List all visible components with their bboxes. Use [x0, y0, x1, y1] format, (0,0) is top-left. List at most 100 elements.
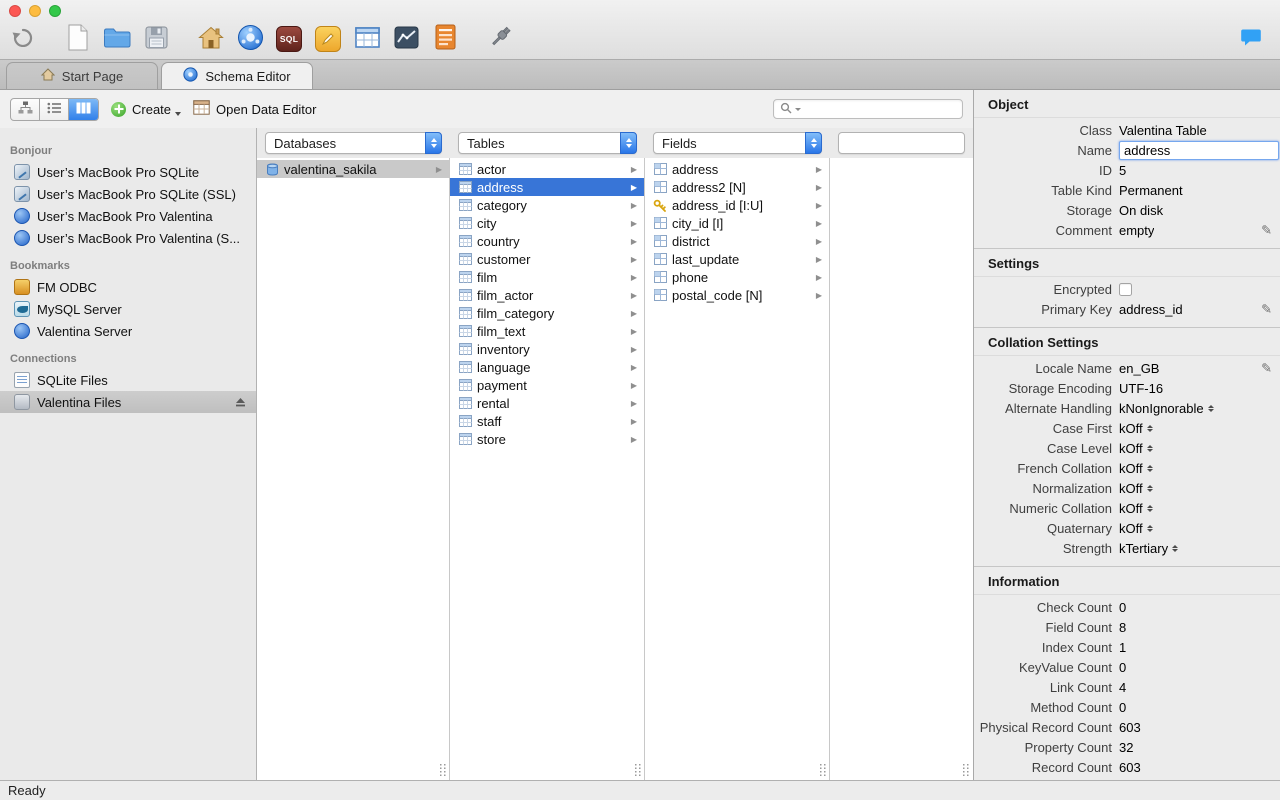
tables-row-rental[interactable]: rental ▶: [450, 394, 644, 412]
select-stepper-icon[interactable]: [1172, 545, 1178, 552]
inspector-row-link-count: Link Count 4: [974, 677, 1280, 697]
connect-button[interactable]: [485, 23, 515, 55]
sidebar-item-valentina-server[interactable]: Valentina Server: [0, 320, 256, 342]
tables-row-staff[interactable]: staff ▶: [450, 412, 644, 430]
fields-row-city-id-i[interactable]: city_id [I] ▶: [645, 214, 829, 232]
sidebar-item-user-s-macbook-pro-valentina[interactable]: User’s MacBook Pro Valentina: [0, 205, 256, 227]
new-document-button[interactable]: [63, 23, 93, 55]
row-label: address2 [N]: [672, 179, 746, 195]
edit-pencil-icon[interactable]: ✎: [1261, 303, 1272, 316]
valentina-bonjour-icon: [14, 208, 30, 224]
start-page-button[interactable]: [196, 23, 226, 55]
save-button[interactable]: [141, 23, 171, 55]
feedback-button[interactable]: [1236, 23, 1266, 55]
encrypted-checkbox[interactable]: [1119, 282, 1132, 296]
tables-dropdown[interactable]: Tables: [458, 132, 637, 154]
inspector-row-value-area: 1: [1119, 780, 1126, 781]
sidebar-item-mysql-server[interactable]: MySQL Server: [0, 298, 256, 320]
tables-row-film[interactable]: film ▶: [450, 268, 644, 286]
fields-row-postal-code-n[interactable]: postal_code [N] ▶: [645, 286, 829, 304]
inspector-row-value-area: address_id: [1119, 302, 1183, 317]
column-resize-grip[interactable]: [635, 764, 642, 777]
schema-editor-button[interactable]: [235, 23, 265, 55]
new-document-icon: [67, 24, 89, 54]
databases-row-valentina-sakila[interactable]: valentina_sakila ▶: [257, 160, 449, 178]
zoom-window-button[interactable]: [49, 5, 61, 17]
report-button[interactable]: [430, 23, 460, 55]
tables-row-customer[interactable]: customer ▶: [450, 250, 644, 268]
fields-row-phone[interactable]: phone ▶: [645, 268, 829, 286]
tables-row-city[interactable]: city ▶: [450, 214, 644, 232]
name-input[interactable]: [1119, 140, 1279, 160]
fields-row-address[interactable]: address ▶: [645, 160, 829, 178]
open-data-editor-button[interactable]: Open Data Editor: [193, 100, 316, 118]
sidebar-item-user-s-macbook-pro-sqlite[interactable]: User’s MacBook Pro SQLite: [0, 161, 256, 183]
tables-row-actor[interactable]: actor ▶: [450, 160, 644, 178]
fields-row-address-id-i-u[interactable]: address_id [I:U] ▶: [645, 196, 829, 214]
fields-row-last-update[interactable]: last_update ▶: [645, 250, 829, 268]
select-stepper-icon[interactable]: [1208, 405, 1214, 412]
tables-row-country[interactable]: country ▶: [450, 232, 644, 250]
tables-row-film-category[interactable]: film_category ▶: [450, 304, 644, 322]
table-icon: [458, 307, 472, 320]
search-input[interactable]: [804, 102, 956, 116]
tables-row-payment[interactable]: payment ▶: [450, 376, 644, 394]
edit-pencil-icon[interactable]: ✎: [1261, 362, 1272, 375]
tables-row-category[interactable]: category ▶: [450, 196, 644, 214]
select-stepper-icon[interactable]: [1147, 525, 1153, 532]
sidebar-item-fm-odbc[interactable]: FM ODBC: [0, 276, 256, 298]
select-stepper-icon[interactable]: [1147, 465, 1153, 472]
close-window-button[interactable]: [9, 5, 21, 17]
sidebar-item-label: User’s MacBook Pro SQLite: [37, 164, 200, 180]
tables-row-film-text[interactable]: film_text ▶: [450, 322, 644, 340]
dropdown-stepper-icon[interactable]: [805, 132, 822, 154]
table-view-button[interactable]: [352, 23, 382, 55]
table-icon: [458, 361, 472, 374]
sidebar-item-valentina-files[interactable]: Valentina Files: [0, 391, 256, 413]
sqlite-bonjour-icon: [14, 186, 30, 202]
dropdown-stepper-icon[interactable]: [620, 132, 637, 154]
traffic-lights: [9, 5, 61, 17]
select-stepper-icon[interactable]: [1147, 505, 1153, 512]
databases-dropdown[interactable]: Databases: [265, 132, 442, 154]
select-stepper-icon[interactable]: [1147, 485, 1153, 492]
create-button[interactable]: Create: [111, 101, 182, 117]
disclosure-arrow-icon: ▶: [630, 308, 637, 318]
edit-pencil-icon[interactable]: ✎: [1261, 224, 1272, 237]
sql-editor-button[interactable]: SQL: [274, 23, 304, 55]
tab-start-page[interactable]: Start Page: [6, 62, 158, 89]
fields-row-district[interactable]: district ▶: [645, 232, 829, 250]
sidebar-item-user-s-macbook-pro-valentina-s[interactable]: User’s MacBook Pro Valentina (S...: [0, 227, 256, 249]
select-stepper-icon[interactable]: [1147, 425, 1153, 432]
tables-row-film-actor[interactable]: film_actor ▶: [450, 286, 644, 304]
tree-view-button[interactable]: [11, 98, 40, 120]
dropdown-stepper-icon[interactable]: [425, 132, 442, 154]
column-resize-grip[interactable]: [440, 764, 447, 777]
inspector-row-value: kOff: [1119, 460, 1143, 476]
fields-dropdown[interactable]: Fields: [653, 132, 822, 154]
sidebar-item-user-s-macbook-pro-sqlite-ssl[interactable]: User’s MacBook Pro SQLite (SSL): [0, 183, 256, 205]
tables-row-store[interactable]: store ▶: [450, 430, 644, 448]
sidebar-item-sqlite-files[interactable]: SQLite Files: [0, 369, 256, 391]
fields-row-address2-n[interactable]: address2 [N] ▶: [645, 178, 829, 196]
columns-view-button[interactable]: [69, 98, 98, 120]
search-field[interactable]: [773, 99, 963, 119]
tab-schema-editor[interactable]: Schema Editor: [161, 62, 313, 89]
dropdown-label: Databases: [274, 135, 337, 151]
column-resize-grip[interactable]: [820, 764, 827, 777]
diagnose-button[interactable]: [313, 23, 343, 55]
select-stepper-icon[interactable]: [1147, 445, 1153, 452]
chart-button[interactable]: [391, 23, 421, 55]
tables-row-language[interactable]: language ▶: [450, 358, 644, 376]
minimize-window-button[interactable]: [29, 5, 41, 17]
extra-dropdown[interactable]: [838, 132, 965, 154]
tables-row-inventory[interactable]: inventory ▶: [450, 340, 644, 358]
list-view-button[interactable]: [40, 98, 69, 120]
inspector-row-label: French Collation: [1017, 460, 1112, 476]
eject-icon[interactable]: [235, 397, 246, 408]
column-resize-grip[interactable]: [963, 764, 970, 777]
undo-button[interactable]: [8, 23, 38, 55]
tables-row-address[interactable]: address ▶: [450, 178, 644, 196]
open-folder-button[interactable]: [102, 23, 132, 55]
disclosure-arrow-icon: ▶: [815, 200, 822, 210]
